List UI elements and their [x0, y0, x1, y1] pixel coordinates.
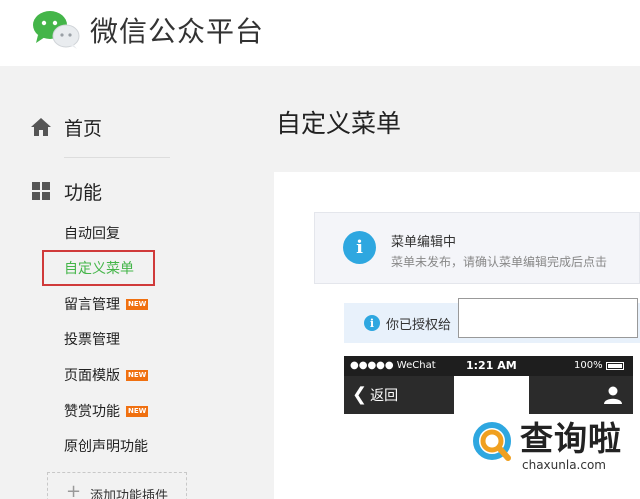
add-plugin-label: 添加功能插件 [90, 489, 169, 499]
watermark-url: chaxunla.com [522, 458, 606, 472]
sidebar-home-label: 首页 [64, 117, 103, 140]
new-badge: NEW [126, 405, 149, 417]
redaction-box [458, 298, 638, 338]
menu-editing-notice: i 菜单编辑中 菜单未发布，请确认菜单编辑完成后点击 [314, 212, 640, 284]
watermark: 查询啦 chaxunla.com [462, 408, 640, 484]
sidebar-item-tipping[interactable]: 赞赏功能 NEW [64, 398, 149, 424]
top-header: 微信公众平台 [0, 0, 640, 66]
authorization-text: 你已授权给 [386, 318, 452, 333]
add-plugin-button[interactable]: + 添加功能插件 [47, 472, 187, 499]
sidebar-item-original-declaration[interactable]: 原创声明功能 [64, 433, 148, 459]
sidebar-item-label: 投票管理 [64, 332, 120, 348]
sidebar-item-auto-reply[interactable]: 自动回复 [64, 220, 120, 246]
new-badge: NEW [126, 298, 149, 310]
info-icon: i [364, 315, 380, 331]
back-label: 返回 [370, 388, 399, 404]
battery-percent: 100% [574, 360, 603, 371]
sidebar-item-home[interactable]: 首页 [30, 112, 102, 142]
chevron-left-icon: ❮ [352, 384, 368, 405]
sidebar-item-label: 留言管理 [64, 297, 120, 313]
grid-icon [32, 182, 50, 200]
sidebar-item-label: 自定义菜单 [64, 261, 134, 277]
home-icon [31, 118, 51, 136]
battery-icon [606, 362, 624, 370]
back-button[interactable]: ❮ 返回 [352, 385, 398, 405]
status-time: 1:21 AM [466, 359, 517, 372]
page-title: 自定义菜单 [276, 109, 402, 138]
person-icon[interactable] [603, 385, 623, 405]
sidebar-item-label: 原创声明功能 [64, 439, 148, 455]
new-badge: NEW [126, 369, 149, 381]
sidebar-item-comments[interactable]: 留言管理 NEW [64, 291, 149, 317]
sidebar-item-label: 赞赏功能 [64, 404, 120, 420]
phone-status-bar: ●●●●● WeChat 1:21 AM 100% [344, 356, 633, 376]
sidebar-item-page-templates[interactable]: 页面模版 NEW [64, 362, 149, 388]
notice-title: 菜单编辑中 [391, 235, 457, 250]
notice-description: 菜单未发布，请确认菜单编辑完成后点击 [391, 255, 608, 269]
watermark-text: 查询啦 [520, 419, 622, 458]
search-logo-icon [468, 418, 516, 466]
carrier-signal: ●●●●● WeChat [350, 360, 436, 371]
sidebar-item-custom-menu[interactable]: 自定义菜单 [64, 255, 134, 281]
sidebar-item-label: 页面模版 [64, 368, 120, 384]
sidebar-functions-label: 功能 [64, 181, 103, 204]
wechat-logo-icon[interactable] [30, 8, 82, 50]
info-icon: i [343, 231, 376, 264]
plus-icon: + [66, 481, 82, 499]
sidebar-item-voting[interactable]: 投票管理 [64, 326, 120, 352]
sidebar-divider [64, 157, 170, 158]
brand-title: 微信公众平台 [90, 15, 265, 48]
sidebar-item-label: 自动回复 [64, 226, 120, 242]
sidebar-item-functions[interactable]: 功能 [30, 176, 102, 206]
